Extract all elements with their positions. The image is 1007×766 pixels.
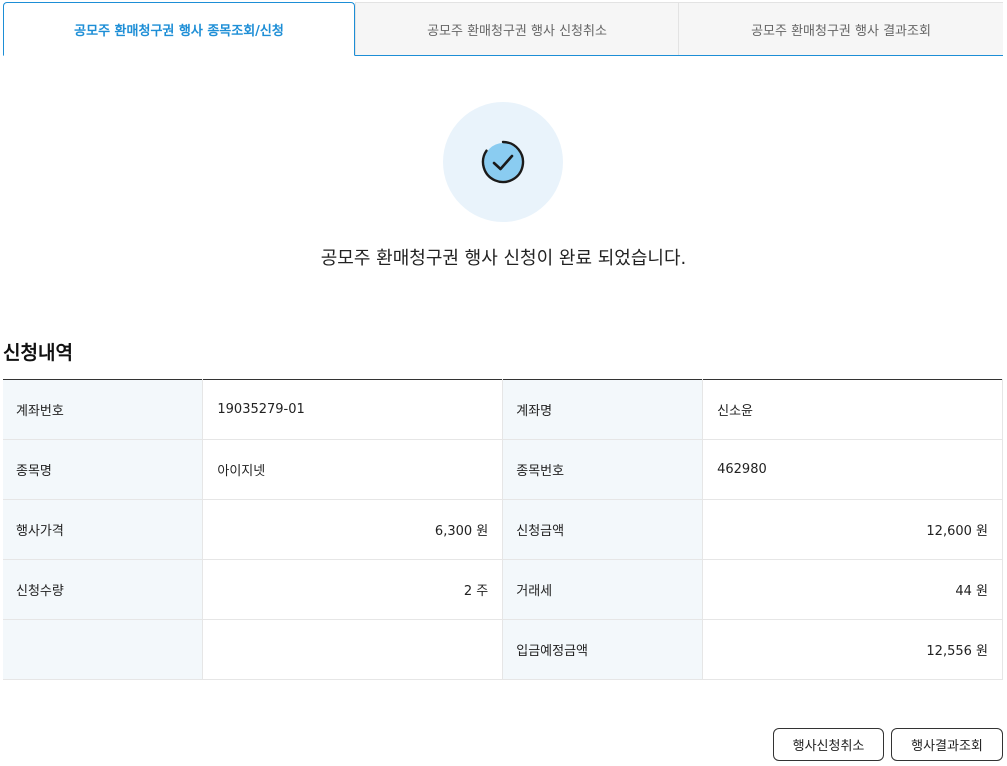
completion-icon-wrapper <box>443 102 563 222</box>
completion-message: 공모주 환매청구권 행사 신청이 완료 되었습니다. <box>320 248 687 269</box>
empty-label-cell <box>3 619 204 680</box>
exercise-price-value: 6,300 원 <box>202 499 504 560</box>
stock-name-label: 종목명 <box>3 439 204 500</box>
deposit-label: 입금예정금액 <box>502 619 704 680</box>
tab-inquiry-apply[interactable]: 공모주 환매청구권 행사 종목조회/신청 <box>3 2 355 56</box>
stock-name-value: 아이지넷 <box>202 439 504 500</box>
deposit-value: 12,556 원 <box>702 619 1003 680</box>
stock-code-value: 462980 <box>702 439 1003 500</box>
stock-code-label: 종목번호 <box>502 439 704 500</box>
empty-value-cell <box>202 619 504 680</box>
cancel-apply-button[interactable]: 행사신청취소 <box>773 728 884 761</box>
application-detail-table: 계좌번호 19035279-01 계좌명 신소윤 종목명 아이지넷 종목번호 4… <box>3 379 1003 680</box>
result-inquiry-button[interactable]: 행사결과조회 <box>891 728 1003 761</box>
tax-value: 44 원 <box>702 559 1003 620</box>
table-row: 계좌번호 19035279-01 계좌명 신소윤 <box>3 379 1003 440</box>
table-row: 종목명 아이지넷 종목번호 462980 <box>3 439 1003 500</box>
apply-qty-value: 2 주 <box>202 559 504 620</box>
apply-amount-label: 신청금액 <box>502 499 704 560</box>
apply-amount-value: 12,600 원 <box>702 499 1003 560</box>
exercise-price-label: 행사가격 <box>3 499 204 560</box>
tab-result-inquiry[interactable]: 공모주 환매청구권 행사 결과조회 <box>678 2 1003 55</box>
tax-label: 거래세 <box>502 559 704 620</box>
table-row: 행사가격 6,300 원 신청금액 12,600 원 <box>3 499 1003 560</box>
table-row: 입금예정금액 12,556 원 <box>3 619 1003 680</box>
table-row: 신청수량 2 주 거래세 44 원 <box>3 559 1003 620</box>
tab-cancel-apply[interactable]: 공모주 환매청구권 행사 신청취소 <box>355 2 678 55</box>
account-name-label: 계좌명 <box>502 379 704 440</box>
account-no-value: 19035279-01 <box>202 379 504 440</box>
check-circle-icon <box>481 140 525 184</box>
account-no-label: 계좌번호 <box>3 379 204 440</box>
tab-bar: 공모주 환매청구권 행사 종목조회/신청 공모주 환매청구권 행사 신청취소 공… <box>3 2 1003 56</box>
account-name-value: 신소윤 <box>702 379 1003 440</box>
apply-qty-label: 신청수량 <box>3 559 204 620</box>
section-title: 신청내역 <box>3 342 73 364</box>
